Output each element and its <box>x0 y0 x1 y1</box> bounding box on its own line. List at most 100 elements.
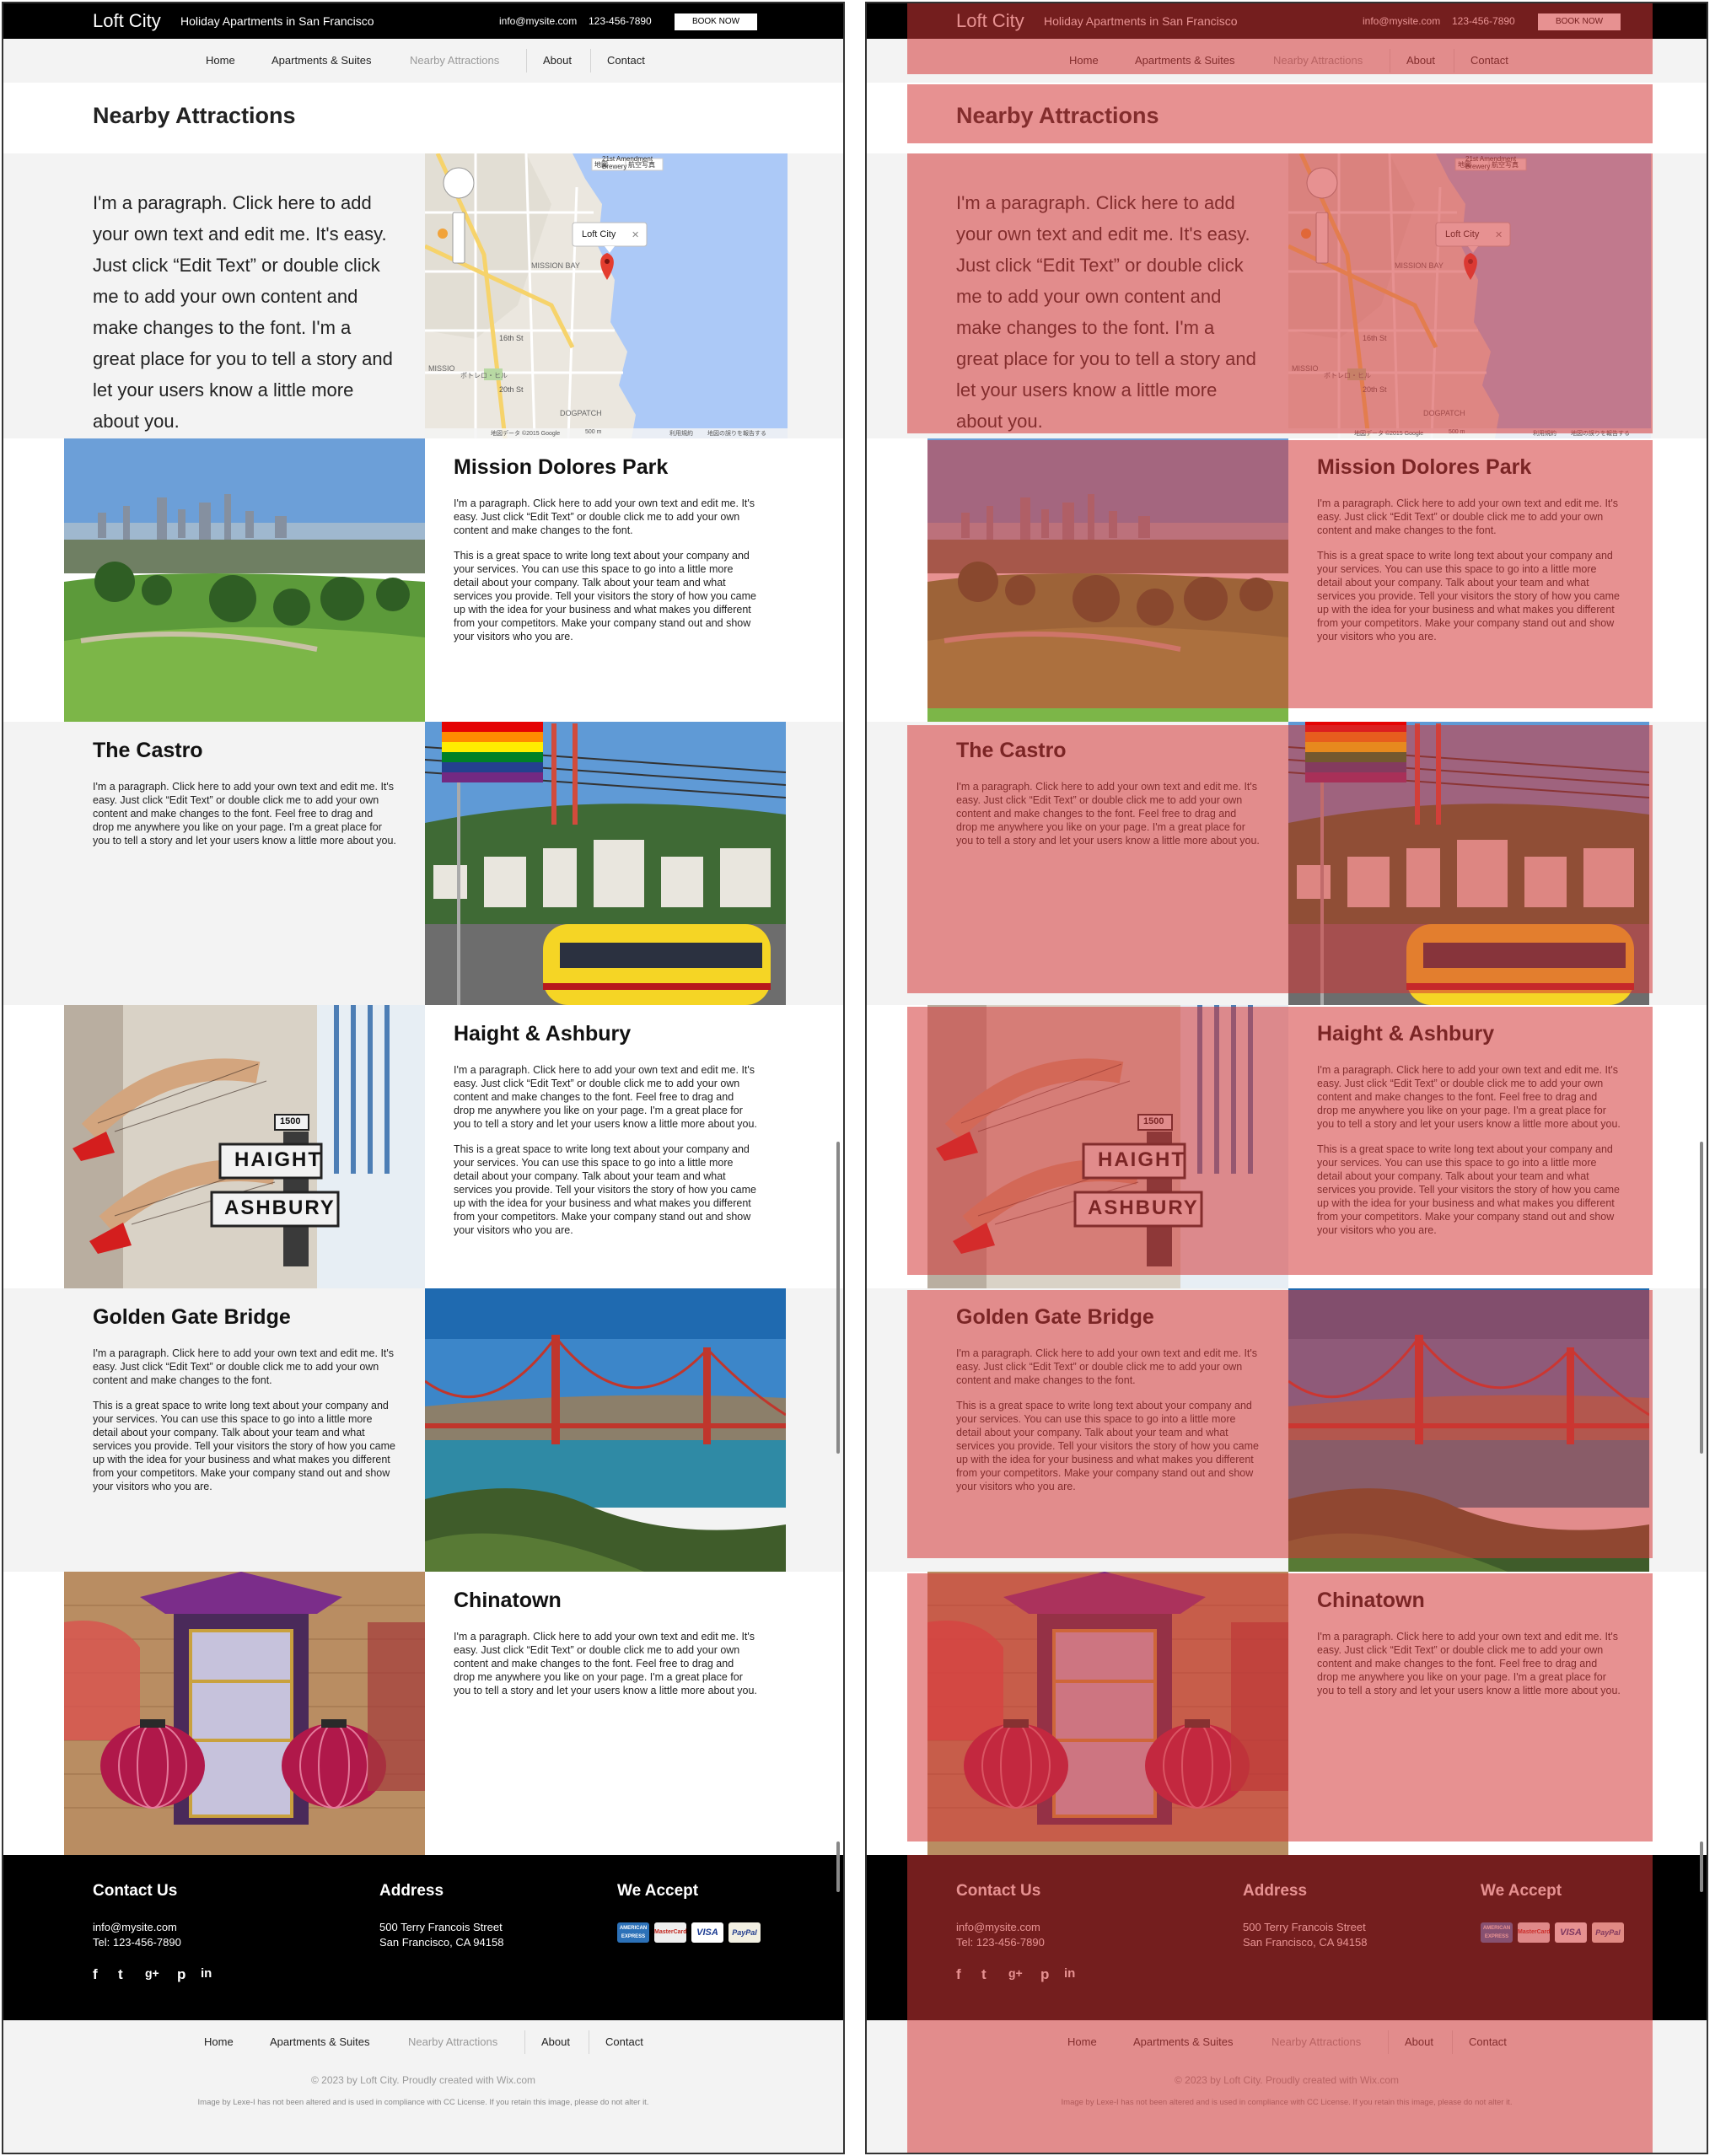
site-tagline: Holiday Apartments in San Francisco <box>180 14 374 28</box>
map-label: ポトレロ・ヒル <box>460 372 508 379</box>
intro-section: I'm a paragraph. Click here to add your … <box>3 153 843 438</box>
address-line: San Francisco, CA 94158 <box>379 1936 504 1949</box>
photo-haight-ashbury: HAIGHT ASHBURY 1500 <box>64 1005 425 1288</box>
map-marker-label: Loft City <box>582 229 616 239</box>
footer-phone: Tel: 123-456-7890 <box>93 1936 181 1949</box>
street-sign-text: HAIGHT <box>234 1148 322 1171</box>
attraction-text: Haight & Ashbury I'm a paragraph. Click … <box>454 1022 757 1249</box>
google-plus-icon[interactable]: g+ <box>145 1966 159 1980</box>
attraction-text: Mission Dolores Park I'm a paragraph. Cl… <box>454 455 757 655</box>
scrollbar-thumb[interactable] <box>1700 1841 1703 1892</box>
photo-mission-dolores <box>64 438 425 722</box>
attraction-paragraph: I'm a paragraph. Click here to add your … <box>93 781 396 847</box>
panel-original: Loft City Holiday Apartments in San Fran… <box>2 2 845 2154</box>
photo-castro <box>425 722 786 1005</box>
nav-contact[interactable]: Contact <box>607 54 645 67</box>
attraction-section-golden-gate: Golden Gate Bridge I'm a paragraph. Clic… <box>3 1288 843 1572</box>
attraction-paragraph: This is a great space to write long text… <box>454 1143 756 1236</box>
attraction-paragraph: This is a great space to write long text… <box>93 1400 395 1492</box>
paypal-icon: PayPal <box>728 1922 761 1943</box>
image-credit-text: Image by Lexe-I has not been altered and… <box>197 2098 649 2107</box>
map-graphic <box>425 153 788 438</box>
nav-nearby-attractions[interactable]: Nearby Attractions <box>410 54 499 67</box>
scrollbar-thumb[interactable] <box>836 1841 840 1892</box>
street-sign-text: ASHBURY <box>224 1196 336 1219</box>
footer-nav-about[interactable]: About <box>541 2035 570 2048</box>
intro-paragraph: I'm a paragraph. Click here to add your … <box>93 192 393 432</box>
highlight-box-footer <box>907 1855 1653 2020</box>
highlight-box-section <box>907 1290 1653 1558</box>
attraction-title: Mission Dolores Park <box>454 455 669 479</box>
highlight-box-intro <box>907 153 1653 433</box>
attraction-text: Chinatown I'm a paragraph. Click here to… <box>454 1589 757 1709</box>
highlight-box-section <box>907 725 1653 993</box>
highlight-box-header <box>907 3 1653 74</box>
amex-card-icon: AMERICAN EXPRESS <box>617 1922 649 1943</box>
payment-heading: We Accept <box>617 1882 699 1900</box>
footer-nav-contact[interactable]: Contact <box>605 2035 643 2048</box>
map-attribution: 地図データ ©2015 Google <box>491 431 561 437</box>
copyright-text: © 2023 by Loft City. Proudly created wit… <box>310 2074 536 2086</box>
book-now-button[interactable]: BOOK NOW <box>675 13 757 30</box>
header-email[interactable]: info@mysite.com <box>499 15 577 27</box>
main-nav: Home Apartments & Suites Nearby Attracti… <box>3 39 843 83</box>
facebook-icon[interactable]: f <box>93 1966 98 1983</box>
attraction-paragraph: I'm a paragraph. Click here to add your … <box>454 497 755 536</box>
footer-nav-home[interactable]: Home <box>204 2035 234 2048</box>
attraction-paragraph: I'm a paragraph. Click here to add your … <box>454 1064 757 1130</box>
nav-apartments[interactable]: Apartments & Suites <box>271 54 372 67</box>
attraction-section-mission-dolores: Mission Dolores Park I'm a paragraph. Cl… <box>3 438 843 722</box>
mastercard-icon: MasterCard <box>654 1922 687 1943</box>
attraction-text: Golden Gate Bridge I'm a paragraph. Clic… <box>93 1305 396 1505</box>
map-label: DOGPATCH <box>560 409 602 417</box>
scrollbar-thumb[interactable] <box>836 1142 840 1454</box>
site-logo[interactable]: Loft City <box>93 10 161 32</box>
pinterest-icon[interactable]: p <box>177 1966 185 1983</box>
footer-nav-nearby-attractions[interactable]: Nearby Attractions <box>408 2035 497 2048</box>
nav-divider <box>524 2030 525 2054</box>
photo-golden-gate <box>425 1288 786 1572</box>
attraction-text: The Castro I'm a paragraph. Click here t… <box>93 739 396 859</box>
footer-email[interactable]: info@mysite.com <box>93 1921 177 1933</box>
attraction-section-haight-ashbury: HAIGHT ASHBURY 1500 Haight & Ashbury I'm… <box>3 1005 843 1288</box>
street-sign-text: 1500 <box>280 1116 301 1126</box>
attraction-title: Haight & Ashbury <box>454 1022 632 1046</box>
highlight-box-subnav <box>907 2020 1653 2153</box>
close-icon[interactable]: ✕ <box>632 229 639 240</box>
nav-divider <box>590 49 591 73</box>
panel-annotated: Loft City Holiday Apartments in San Fran… <box>865 2 1708 2154</box>
twitter-icon[interactable]: t <box>118 1966 123 1983</box>
linkedin-icon[interactable]: in <box>201 1966 212 1981</box>
footer-nav: Home Apartments & Suites Nearby Attracti… <box>3 2020 843 2153</box>
map-label: MISSION BAY <box>531 261 580 270</box>
attraction-section-castro: The Castro I'm a paragraph. Click here t… <box>3 722 843 1005</box>
map-terms-link[interactable]: 利用規約 <box>669 429 693 438</box>
title-strip: Nearby Attractions <box>3 83 843 153</box>
nav-home[interactable]: Home <box>206 54 235 67</box>
address-line: 500 Terry Francois Street <box>379 1921 503 1933</box>
attraction-paragraph: This is a great space to write long text… <box>454 550 756 642</box>
map-label: MISSIO <box>428 364 455 373</box>
visa-card-icon: VISA <box>691 1922 723 1943</box>
top-bar: Loft City Holiday Apartments in San Fran… <box>3 3 843 39</box>
attraction-section-chinatown: Chinatown I'm a paragraph. Click here to… <box>3 1572 843 1855</box>
attraction-paragraph: I'm a paragraph. Click here to add your … <box>93 1347 395 1386</box>
header-phone: 123-456-7890 <box>589 15 652 27</box>
footer-nav-apartments[interactable]: Apartments & Suites <box>270 2035 370 2048</box>
highlight-box-section <box>907 1007 1653 1275</box>
map-label: 21st Amendment Brewery <box>602 155 653 170</box>
site-footer: Contact Us info@mysite.com Tel: 123-456-… <box>3 1855 843 2020</box>
map-scale: 500 m <box>585 429 602 435</box>
highlight-box-section <box>927 440 1653 708</box>
scrollbar-thumb[interactable] <box>1700 1142 1703 1454</box>
nav-about[interactable]: About <box>543 54 572 67</box>
contact-heading: Contact Us <box>93 1882 178 1900</box>
attraction-title: Golden Gate Bridge <box>93 1305 291 1329</box>
attraction-paragraph: I'm a paragraph. Click here to add your … <box>454 1631 757 1696</box>
address-heading: Address <box>379 1882 444 1900</box>
map-label: 20th St <box>499 385 524 394</box>
map-report-link[interactable]: 地図の誤りを報告する <box>707 429 766 438</box>
map-label: 16th St <box>499 334 524 342</box>
location-map[interactable]: 地図 航空写真 Loft City ✕ 21st Amendment Brewe… <box>425 153 788 438</box>
attraction-title: Chinatown <box>454 1589 562 1612</box>
